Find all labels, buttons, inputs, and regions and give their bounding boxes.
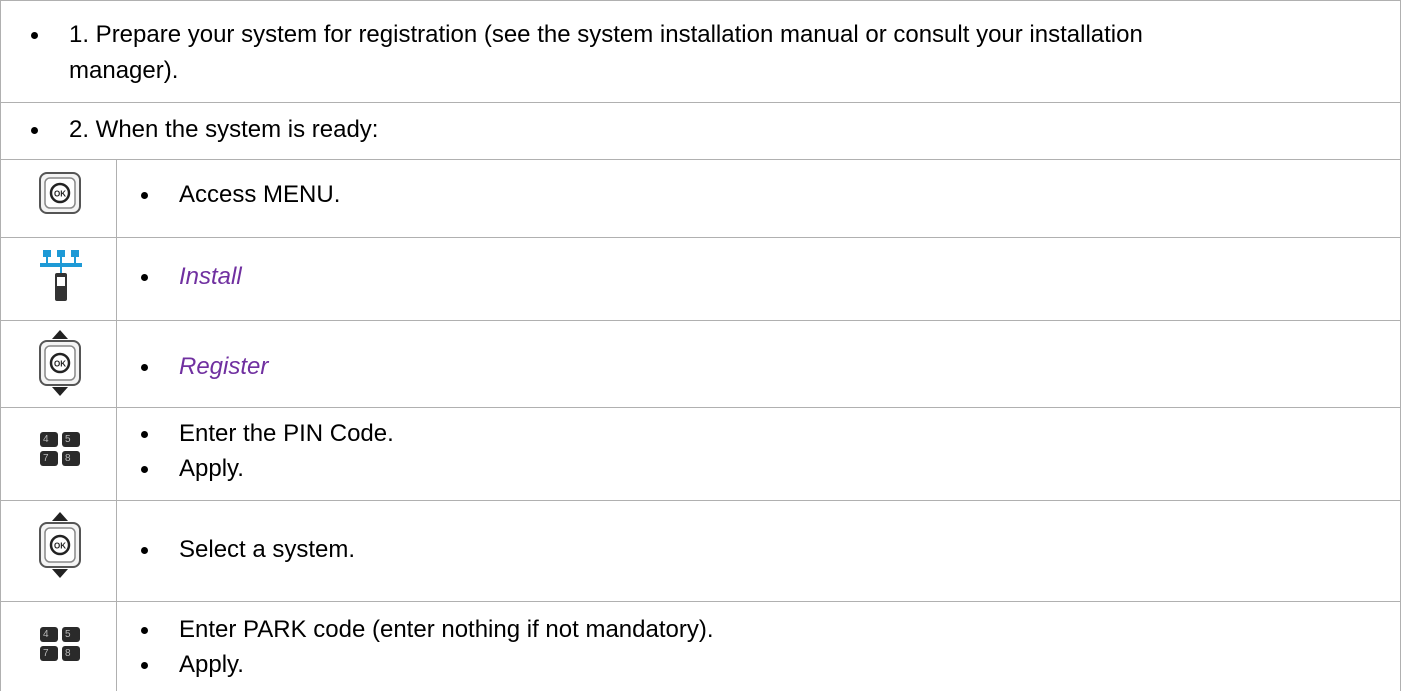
bullet <box>141 364 148 371</box>
step-2-text: 2. When the system is ready: <box>69 116 379 143</box>
row-divider <box>0 102 1400 103</box>
step-1-line-2: manager). <box>69 57 179 84</box>
keypad-icon: 4 5 7 8 <box>40 432 82 466</box>
ok-navigator-icon: OK <box>38 511 82 584</box>
icon-column-divider <box>116 159 117 691</box>
bullet <box>31 127 38 134</box>
bullet <box>31 32 38 39</box>
svg-text:OK: OK <box>54 360 66 369</box>
row-divider <box>0 601 1400 602</box>
row-divider <box>0 237 1400 238</box>
keypad-key-5: 5 <box>62 627 80 642</box>
row-divider <box>0 320 1400 321</box>
bullet <box>141 192 148 199</box>
keypad-icon: 4 5 7 8 <box>40 627 82 661</box>
step-1-line-1: 1. Prepare your system for registration … <box>69 21 1143 48</box>
keypad-key-7: 7 <box>40 646 58 661</box>
table-top-border <box>0 0 1400 1</box>
bullet <box>141 466 148 473</box>
row-2-text: Install <box>179 263 242 290</box>
keypad-key-4: 4 <box>40 432 58 447</box>
bullet <box>141 547 148 554</box>
svg-text:OK: OK <box>54 542 66 551</box>
keypad-key-8: 8 <box>62 451 80 466</box>
row-divider <box>0 500 1400 501</box>
svg-text:OK: OK <box>54 190 66 199</box>
bullet <box>141 627 148 634</box>
row-divider <box>0 407 1400 408</box>
row-1-text: Access MENU. <box>179 181 341 208</box>
row-6-line-2: Apply. <box>179 651 244 678</box>
ok-button-icon: OK <box>39 172 81 219</box>
row-4-line-1: Enter the PIN Code. <box>179 420 394 447</box>
table-right-border <box>1400 0 1401 691</box>
row-6-line-1: Enter PARK code (enter nothing if not ma… <box>179 616 714 643</box>
row-5-text: Select a system. <box>179 536 356 563</box>
keypad-key-4: 4 <box>40 627 58 642</box>
network-handset-icon <box>40 249 82 310</box>
row-3-text: Register <box>179 353 269 380</box>
row-4-line-2: Apply. <box>179 455 244 482</box>
bullet <box>141 274 148 281</box>
ok-navigator-icon: OK <box>38 329 82 402</box>
bullet <box>141 431 148 438</box>
table-left-border <box>0 0 1 691</box>
keypad-key-5: 5 <box>62 432 80 447</box>
keypad-key-8: 8 <box>62 646 80 661</box>
keypad-key-7: 7 <box>40 451 58 466</box>
bullet <box>141 662 148 669</box>
row-divider <box>0 159 1400 160</box>
